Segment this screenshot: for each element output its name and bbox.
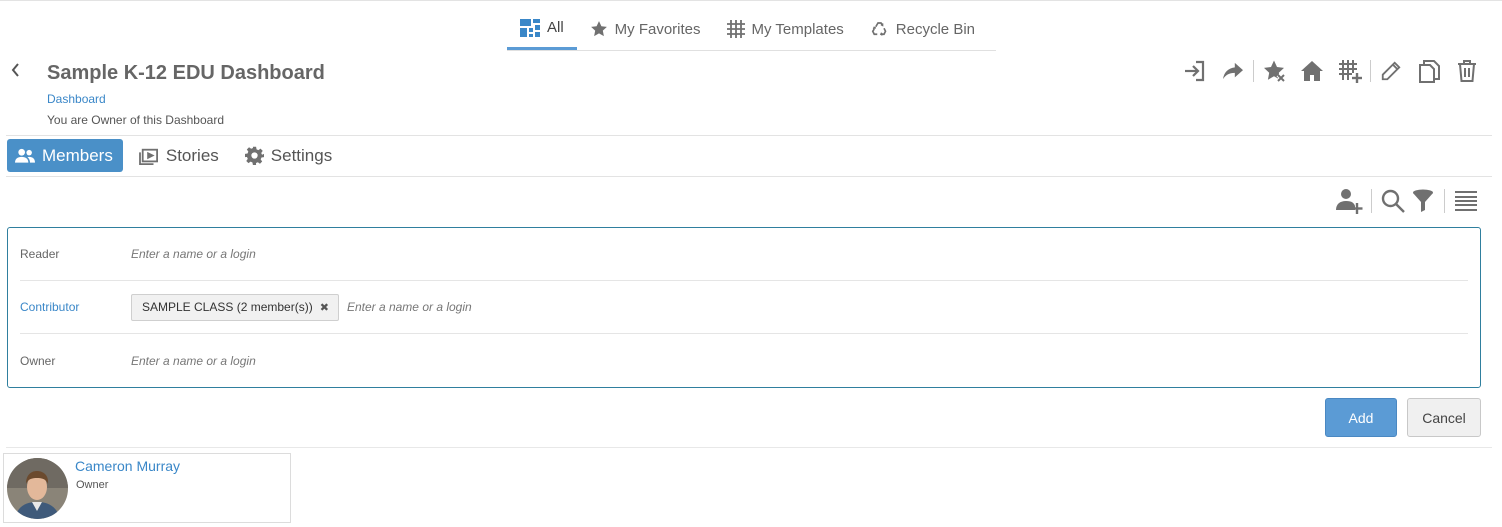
recycle-icon: [870, 20, 889, 38]
tab-my-favorites-label: My Favorites: [614, 20, 701, 38]
cancel-button[interactable]: Cancel: [1407, 398, 1481, 437]
tab-stories[interactable]: Stories: [131, 139, 229, 172]
add-template-icon[interactable]: [1334, 57, 1366, 85]
group-chip: SAMPLE CLASS (2 member(s)) ✖: [131, 293, 339, 321]
tab-my-templates-label: My Templates: [751, 20, 844, 38]
header-actions: [1173, 57, 1483, 85]
remove-chip-icon[interactable]: ✖: [320, 301, 329, 314]
tab-members-label: Members: [42, 145, 113, 165]
tab-settings-label: Settings: [270, 145, 333, 165]
edit-icon[interactable]: [1375, 57, 1407, 85]
tab-recycle-bin-label: Recycle Bin: [895, 20, 975, 38]
toolbar-divider: [1371, 189, 1372, 213]
add-user-icon[interactable]: [1335, 186, 1365, 216]
gear-icon: [244, 146, 264, 165]
tabs-divider: [6, 176, 1492, 177]
owner-row: Owner: [20, 334, 1468, 387]
page-title: Sample K-12 EDU Dashboard: [47, 62, 325, 84]
star-icon: [590, 20, 608, 38]
home-icon[interactable]: [1296, 57, 1328, 85]
tab-stories-label: Stories: [165, 145, 219, 165]
contributor-role-label[interactable]: Contributor: [20, 300, 131, 314]
unfavorite-icon[interactable]: [1258, 57, 1290, 85]
reader-row: Reader: [20, 228, 1468, 281]
share-icon[interactable]: [1217, 57, 1249, 85]
tab-all[interactable]: All: [507, 8, 577, 50]
tab-members[interactable]: Members: [7, 139, 123, 172]
member-card: Cameron Murray Owner: [3, 453, 291, 523]
action-divider: [1370, 60, 1371, 82]
reader-role-label: Reader: [20, 247, 60, 261]
group-chip-label: SAMPLE CLASS (2 member(s)): [142, 300, 313, 314]
action-divider: [1253, 60, 1254, 82]
tab-recycle-bin[interactable]: Recycle Bin: [857, 8, 988, 50]
dashboard-grid-icon: [520, 18, 540, 37]
sub-tabs: Members Stories Settings: [7, 139, 350, 172]
filter-icon[interactable]: [1408, 186, 1438, 216]
avatar[interactable]: [7, 458, 68, 519]
tab-my-favorites[interactable]: My Favorites: [577, 8, 714, 50]
back-icon[interactable]: [10, 62, 24, 82]
sign-in-icon[interactable]: [1179, 57, 1211, 85]
reader-name-input[interactable]: [131, 247, 431, 261]
list-view-icon[interactable]: [1451, 186, 1481, 216]
search-icon[interactable]: [1378, 186, 1408, 216]
contributor-name-input[interactable]: [346, 300, 647, 314]
stories-icon: [138, 147, 159, 165]
member-role: Owner: [76, 479, 109, 491]
top-nav: All My Favorites My Templates Recycle Bi…: [507, 8, 996, 51]
member-name[interactable]: Cameron Murray: [75, 458, 180, 474]
tab-settings[interactable]: Settings: [237, 139, 342, 172]
members-form: Reader Contributor SAMPLE CLASS (2 membe…: [7, 227, 1481, 388]
tab-all-label: All: [547, 19, 564, 36]
toolbar-divider: [1444, 189, 1445, 213]
contributor-row: Contributor SAMPLE CLASS (2 member(s)) ✖: [20, 281, 1468, 334]
ownership-note: You are Owner of this Dashboard: [47, 113, 224, 127]
copy-icon[interactable]: [1413, 57, 1445, 85]
add-button[interactable]: Add: [1325, 398, 1397, 437]
members-toolbar: [1335, 186, 1481, 216]
owner-role-label: Owner: [20, 353, 56, 368]
members-divider: [6, 447, 1492, 448]
template-grid-icon: [726, 20, 745, 38]
delete-icon[interactable]: [1451, 57, 1483, 85]
owner-name-input[interactable]: [131, 353, 431, 368]
header-divider: [6, 135, 1492, 136]
top-divider: [0, 0, 1502, 1]
tab-my-templates[interactable]: My Templates: [714, 8, 857, 50]
dashboard-type-link[interactable]: Dashboard: [47, 92, 106, 106]
users-icon: [15, 148, 35, 164]
